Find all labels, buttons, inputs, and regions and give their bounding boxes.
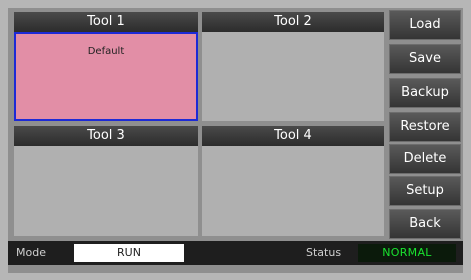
delete-button[interactable]: Delete — [389, 144, 461, 174]
restore-button[interactable]: Restore — [389, 112, 461, 142]
save-button[interactable]: Save — [389, 44, 461, 74]
tool-1-label: Default — [87, 46, 125, 57]
load-button[interactable]: Load — [389, 10, 461, 40]
tool-3-panel[interactable]: Tool 3 — [14, 126, 198, 236]
setup-button[interactable]: Setup — [389, 176, 461, 206]
tool-4-body[interactable] — [202, 146, 384, 236]
status-value: NORMAL — [358, 244, 456, 262]
tool-2-panel[interactable]: Tool 2 — [202, 12, 384, 121]
tool-3-header: Tool 3 — [14, 126, 198, 146]
mode-value: RUN — [74, 244, 184, 262]
tool-4-panel[interactable]: Tool 4 — [202, 126, 384, 236]
status-label: Status — [306, 246, 342, 259]
tool-1-body[interactable]: Default — [14, 32, 198, 121]
tool-2-body[interactable] — [202, 32, 384, 121]
tool-2-header: Tool 2 — [202, 12, 384, 32]
mode-label: Mode — [16, 246, 46, 259]
tool-1-header: Tool 1 — [14, 12, 198, 32]
tool-1-panel[interactable]: Tool 1 Default — [14, 12, 198, 121]
backup-button[interactable]: Backup — [389, 78, 461, 108]
tool-4-header: Tool 4 — [202, 126, 384, 146]
tool-3-body[interactable] — [14, 146, 198, 236]
back-button[interactable]: Back — [389, 209, 461, 239]
status-bar: Mode RUN Status NORMAL — [8, 241, 463, 265]
